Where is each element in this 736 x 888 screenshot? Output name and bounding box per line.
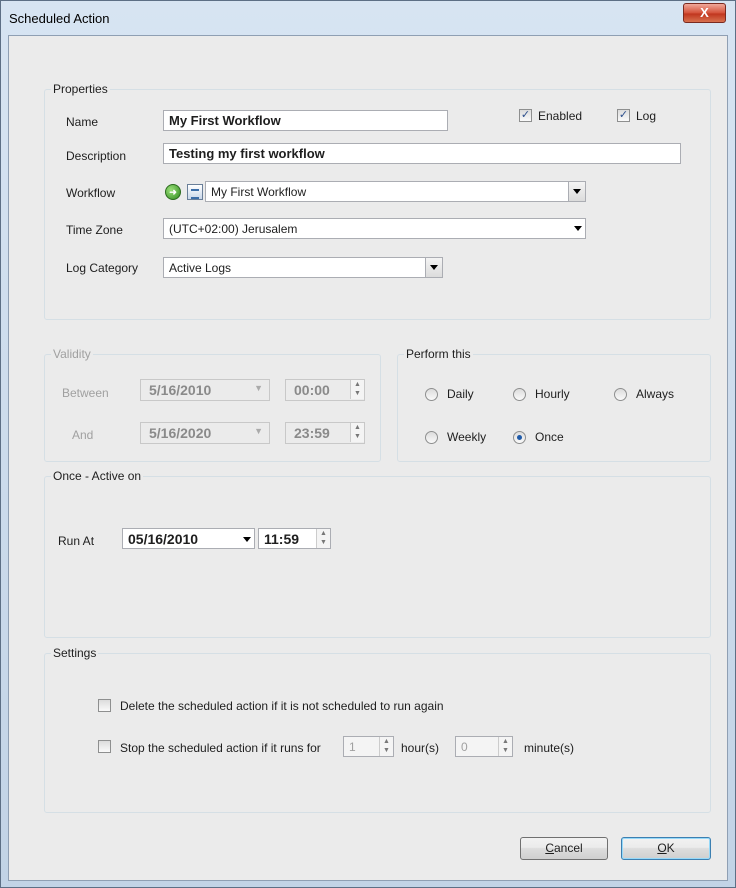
once-group-label: Once - Active on — [51, 469, 144, 483]
timezone-select[interactable]: (UTC+02:00) Jerusalem — [163, 218, 586, 239]
run-at-date-picker[interactable]: 05/16/2010 — [122, 528, 255, 549]
between-date-picker: 5/16/2010 ▼ — [140, 379, 270, 401]
radio-always[interactable] — [614, 388, 627, 401]
and-date-picker: 5/16/2020 ▼ — [140, 422, 270, 444]
once-group: Once - Active on — [44, 469, 711, 638]
radio-hourly[interactable] — [513, 388, 526, 401]
enabled-checkbox[interactable]: ✓ — [519, 109, 532, 122]
run-at-time-spinner[interactable]: 11:59 ▲ ▼ — [258, 528, 331, 549]
logcategory-select-value: Active Logs — [169, 261, 232, 275]
close-button[interactable]: X — [683, 3, 726, 23]
validity-group-label: Validity — [51, 347, 93, 361]
chevron-down-icon — [430, 265, 438, 270]
run-at-time-value: 11:59 — [264, 531, 300, 547]
close-icon: X — [700, 5, 709, 20]
between-time-value: 00:00 — [294, 382, 330, 398]
delete-checkbox[interactable] — [98, 699, 111, 712]
perform-group: Perform this — [397, 347, 711, 462]
radio-daily[interactable] — [425, 388, 438, 401]
perform-group-label: Perform this — [404, 347, 473, 361]
radio-weekly-label: Weekly — [447, 430, 487, 444]
workflow-go-icon[interactable]: ➜ — [165, 184, 181, 200]
settings-group-label: Settings — [51, 646, 99, 660]
minutes-spinner: 0 ▲ ▼ — [455, 736, 513, 757]
and-date-value: 5/16/2020 — [149, 425, 212, 441]
spin-arrows-icon: ▲ ▼ — [350, 423, 364, 442]
name-label: Name — [66, 115, 99, 129]
hours-value: 1 — [349, 740, 356, 754]
chevron-down-icon: ▼ — [254, 383, 263, 393]
run-at-label: Run At — [58, 534, 95, 548]
workflow-select[interactable]: My First Workflow — [205, 181, 586, 202]
between-label: Between — [62, 386, 109, 400]
ok-button-label: OK — [657, 841, 675, 855]
and-label: And — [72, 428, 94, 442]
description-field[interactable]: Testing my first workflow — [163, 143, 681, 164]
ok-button[interactable]: OK — [621, 837, 711, 860]
minutes-label: minute(s) — [524, 741, 575, 755]
logcategory-select[interactable]: Active Logs — [163, 257, 443, 278]
workflow-dropdown-button[interactable] — [568, 182, 585, 201]
description-label: Description — [66, 149, 127, 163]
and-time-spinner: 23:59 ▲ ▼ — [285, 422, 365, 444]
chevron-down-icon — [573, 189, 581, 194]
spin-arrows-icon: ▲ ▼ — [379, 737, 393, 756]
settings-group: Settings — [44, 646, 711, 813]
enabled-label: Enabled — [538, 109, 583, 123]
radio-daily-label: Daily — [447, 387, 474, 401]
spin-arrows-icon: ▲ ▼ — [498, 737, 512, 756]
radio-once[interactable] — [513, 431, 526, 444]
between-time-spinner: 00:00 ▲ ▼ — [285, 379, 365, 401]
properties-group-label: Properties — [51, 82, 110, 96]
radio-always-label: Always — [636, 387, 675, 401]
workflow-edit-icon[interactable] — [187, 184, 203, 200]
minutes-value: 0 — [461, 740, 468, 754]
validity-group: Validity — [44, 347, 381, 462]
chevron-down-icon: ▼ — [254, 426, 263, 436]
logcategory-dropdown-button[interactable] — [425, 258, 442, 277]
stop-checkbox[interactable] — [98, 740, 111, 753]
cancel-button[interactable]: Cancel — [520, 837, 608, 860]
timezone-select-value: (UTC+02:00) Jerusalem — [169, 222, 298, 236]
hours-label: hour(s) — [401, 741, 440, 755]
logcategory-label: Log Category — [66, 261, 139, 275]
spin-arrows-icon[interactable]: ▲ ▼ — [316, 529, 330, 548]
chevron-down-icon — [243, 537, 251, 542]
delete-label: Delete the scheduled action if it is not… — [120, 699, 444, 713]
chevron-down-icon — [574, 226, 582, 231]
workflow-select-value: My First Workflow — [211, 185, 307, 199]
spin-arrows-icon: ▲ ▼ — [350, 380, 364, 399]
run-at-date-value: 05/16/2010 — [128, 531, 199, 547]
log-label: Log — [636, 109, 657, 123]
between-date-value: 5/16/2010 — [149, 382, 212, 398]
hours-spinner: 1 ▲ ▼ — [343, 736, 394, 757]
and-time-value: 23:59 — [294, 425, 330, 441]
workflow-label: Workflow — [66, 186, 116, 200]
timezone-label: Time Zone — [66, 223, 123, 237]
dialog-body: Properties Name My First Workflow ✓ Enab… — [8, 35, 728, 881]
name-field[interactable]: My First Workflow — [163, 110, 448, 131]
log-checkbox[interactable]: ✓ — [617, 109, 630, 122]
radio-weekly[interactable] — [425, 431, 438, 444]
window-title: Scheduled Action — [9, 11, 110, 26]
cancel-button-label: Cancel — [545, 841, 583, 855]
dialog-window: Scheduled Action X Properties Name My Fi… — [0, 0, 736, 888]
stop-label: Stop the scheduled action if it runs for — [120, 741, 321, 755]
title-bar[interactable]: Scheduled Action X — [1, 1, 735, 35]
radio-once-label: Once — [535, 430, 564, 444]
radio-hourly-label: Hourly — [535, 387, 570, 401]
